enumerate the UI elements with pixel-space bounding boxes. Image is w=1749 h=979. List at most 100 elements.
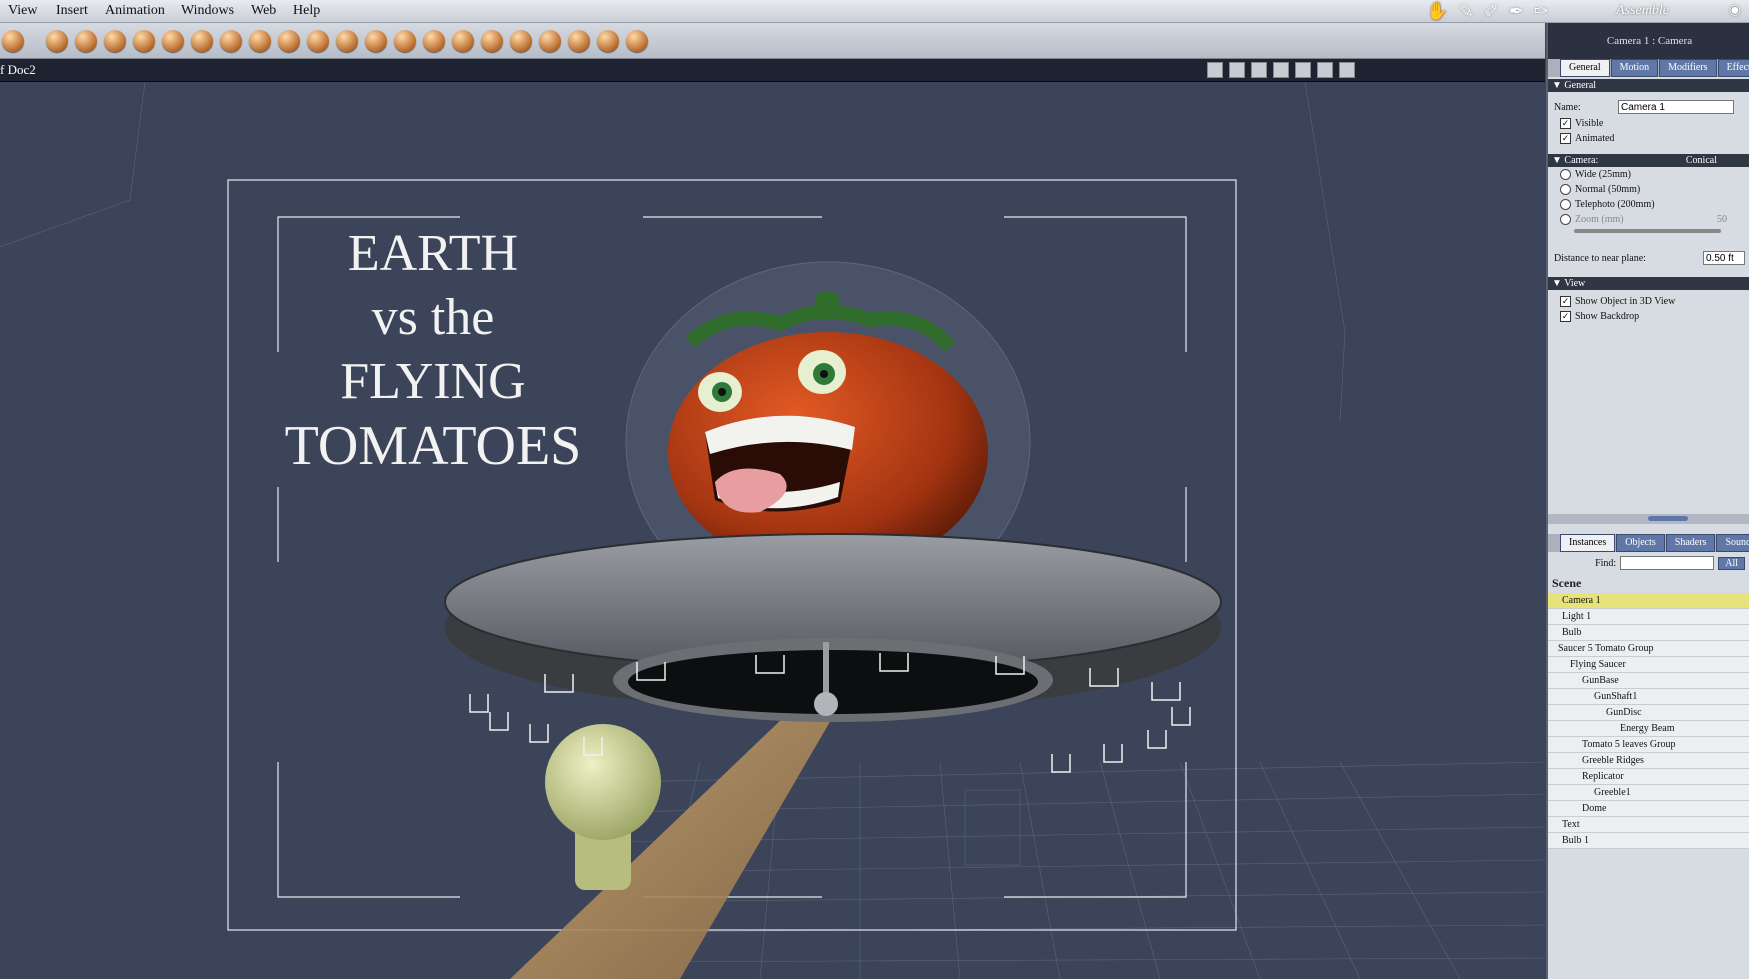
camera-icon[interactable] [1317,62,1333,78]
scene-tree-row[interactable]: Flying Saucer [1548,657,1749,673]
menu-view[interactable]: View [8,3,37,19]
scene-tree-row[interactable]: Camera 1 [1548,593,1749,609]
wand-tool-icon[interactable] [626,30,648,52]
menu-windows[interactable]: Windows [181,3,234,19]
lathe-tool-icon[interactable] [75,30,97,52]
normal-radio[interactable] [1560,184,1571,195]
camera-option-normal[interactable]: Normal (50mm) [1548,182,1749,197]
gear-tool-icon[interactable] [220,30,242,52]
flame-tool-icon[interactable] [336,30,358,52]
view-four-icon[interactable] [1273,62,1289,78]
scene-tree-row[interactable]: GunShaft1 [1548,689,1749,705]
zoom-slider[interactable] [1574,229,1721,233]
spider-tool-icon[interactable] [539,30,561,52]
scene-tree-row[interactable]: Tomato 5 leaves Group [1548,737,1749,753]
wide-radio[interactable] [1560,169,1571,180]
shading-icon[interactable] [1339,62,1355,78]
particle-tool-icon[interactable] [568,30,590,52]
section-view[interactable]: ▼ View [1548,277,1749,290]
tab-modifiers[interactable]: Modifiers [1659,59,1717,77]
scene-tree-row[interactable]: Bulb [1548,625,1749,641]
pencil-icon[interactable]: ✐ [1484,1,1499,22]
tab-sounds[interactable]: Sounds [1716,534,1749,552]
camera-option-wide[interactable]: Wide (25mm) [1548,167,1749,182]
menu-help[interactable]: Help [293,3,320,19]
name-field[interactable] [1618,100,1734,114]
torus-tool-icon[interactable] [162,30,184,52]
terrain-tool-icon[interactable] [249,30,271,52]
pen-icon[interactable]: ✒ [1509,1,1524,22]
tab-shaders[interactable]: Shaders [1665,534,1716,552]
menu-animation[interactable]: Animation [105,3,165,19]
find-scope[interactable]: All [1718,556,1745,570]
tab-instances[interactable]: Instances [1560,534,1616,552]
view-single-icon[interactable] [1207,62,1223,78]
title-line-3: FLYING [340,353,526,410]
sphere-tool-icon[interactable] [46,30,68,52]
view-buttons [1207,62,1355,78]
panel-splitter[interactable] [1548,514,1749,524]
visible-checkbox[interactable]: ✓ [1560,118,1571,129]
section-general[interactable]: ▼ General [1548,79,1749,92]
viewport-title[interactable]: EARTH vs the FLYING TOMATOES [258,222,608,478]
telephoto-radio[interactable] [1560,199,1571,210]
scene-tree-row[interactable]: GunBase [1548,673,1749,689]
scene-tree: Camera 1 Light 1 Bulb Saucer 5 Tomato Group… [1548,593,1749,849]
flying-saucer[interactable] [444,533,1222,773]
scene-tree-row[interactable]: Text [1548,817,1749,833]
scene-tree-row[interactable]: Replicator [1548,769,1749,785]
animated-row[interactable]: ✓ Animated [1548,131,1749,146]
edit-tool-icon[interactable] [2,30,24,52]
tab-general[interactable]: General [1560,59,1610,77]
find-input[interactable] [1620,556,1715,570]
animated-checkbox[interactable]: ✓ [1560,133,1571,144]
tab-motion[interactable]: Motion [1610,59,1659,77]
menu-insert[interactable]: Insert [56,3,88,19]
zoom-radio[interactable] [1560,214,1571,225]
bowl-tool-icon[interactable] [452,30,474,52]
zoom-row[interactable]: Zoom (mm) 50 [1548,212,1749,227]
view-two-icon[interactable] [1229,62,1245,78]
saucer-tool-icon[interactable] [307,30,329,52]
scene-tree-row[interactable]: Saucer 5 Tomato Group [1548,641,1749,657]
energy-beam[interactable] [510,694,838,979]
panel-header: Camera 1 : Camera [1548,23,1749,59]
hand-tool-icon[interactable] [481,30,503,52]
view-three-icon[interactable] [1251,62,1267,78]
scene-tree-row[interactable]: Greeble1 [1548,785,1749,801]
mesh-tool-icon[interactable] [365,30,387,52]
show-object-row[interactable]: ✓ Show Object in 3D View [1548,290,1749,309]
hammer-tool-icon[interactable] [510,30,532,52]
section-camera[interactable]: ▼ Camera: Conical [1548,154,1749,167]
globe-tool-icon[interactable] [104,30,126,52]
text-tool-icon[interactable] [191,30,213,52]
house-tool-icon[interactable] [423,30,445,52]
scene-tree-row[interactable]: GunDisc [1548,705,1749,721]
ring-tool-icon[interactable] [597,30,619,52]
show-backdrop-row[interactable]: ✓ Show Backdrop [1548,309,1749,324]
brush-icon[interactable]: ✎ [1459,1,1474,22]
show-object-checkbox[interactable]: ✓ [1560,296,1571,307]
fern-tool-icon[interactable] [278,30,300,52]
camera-type[interactable]: Conical [1686,155,1717,166]
menu-web[interactable]: Web [251,3,276,19]
3d-viewport[interactable]: EARTH vs the FLYING TOMATOES [0,82,1545,979]
camera-option-telephoto[interactable]: Telephoto (200mm) [1548,197,1749,212]
visible-row[interactable]: ✓ Visible [1548,116,1749,131]
bone-tool-icon[interactable] [133,30,155,52]
scene-tree-row[interactable]: Greeble Ridges [1548,753,1749,769]
tab-effects[interactable]: Effects [1717,59,1749,77]
scene-tree-row[interactable]: Light 1 [1548,609,1749,625]
landscape-tool-icon[interactable] [394,30,416,52]
eye-icon[interactable]: ◉ [1729,2,1741,19]
show-backdrop-checkbox[interactable]: ✓ [1560,311,1571,322]
near-plane-field[interactable] [1703,251,1745,265]
room-label[interactable]: Assemble [1616,3,1669,19]
scene-tree-row[interactable]: Bulb 1 [1548,833,1749,849]
tab-objects[interactable]: Objects [1616,534,1665,552]
hand-icon[interactable]: ✋ [1426,1,1448,22]
scene-tree-row[interactable]: Dome [1548,801,1749,817]
scene-tree-row[interactable]: Energy Beam [1548,721,1749,737]
ruler-icon[interactable]: ✑ [1534,1,1549,22]
render-mode-icon[interactable] [1295,62,1311,78]
